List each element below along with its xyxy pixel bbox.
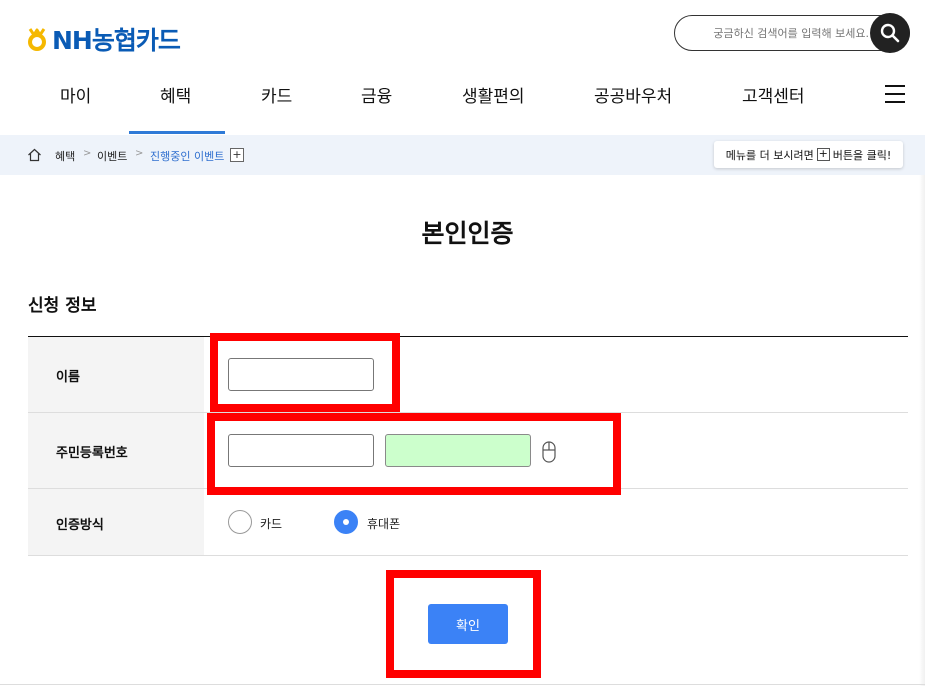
breadcrumb-separator: > xyxy=(83,148,92,159)
nh-logo-icon xyxy=(26,27,48,51)
radio-card[interactable] xyxy=(228,510,252,534)
radio-phone-label[interactable]: 휴대폰 xyxy=(367,515,400,532)
nav-item-finance[interactable]: 금융 xyxy=(361,82,392,107)
breadcrumb-benefits[interactable]: 혜택 xyxy=(55,148,75,164)
nav-item-card[interactable]: 카드 xyxy=(261,82,292,107)
breadcrumb-expand-button[interactable]: + xyxy=(230,148,244,162)
form-label-cell: 이름 xyxy=(28,337,204,412)
home-icon[interactable] xyxy=(27,147,42,166)
menu-tooltip: 메뉴를 더 보시려면 + 버튼을 클릭! xyxy=(714,141,903,168)
tooltip-plus-icon: + xyxy=(816,147,830,161)
tooltip-text-after: 버튼을 클릭! xyxy=(832,148,892,162)
radio-card-label[interactable]: 카드 xyxy=(260,515,282,532)
nav-item-life-convenience[interactable]: 생활편의 xyxy=(462,82,525,107)
rrn-front-field[interactable] xyxy=(228,434,374,467)
confirm-button[interactable]: 확인 xyxy=(428,604,508,644)
search-input[interactable] xyxy=(689,24,869,42)
search-button[interactable] xyxy=(870,13,910,53)
mouse-icon[interactable] xyxy=(542,441,556,463)
search-box xyxy=(674,13,910,53)
rrn-back-field[interactable] xyxy=(385,434,531,467)
breadcrumb-current: 진행중인 이벤트 xyxy=(150,150,225,163)
name-field[interactable] xyxy=(228,358,374,391)
page-title: 본인인증 xyxy=(421,219,514,248)
nh-card-logo[interactable]: NH농협카드 xyxy=(26,21,181,57)
radio-phone[interactable] xyxy=(334,510,358,534)
bottom-divider xyxy=(0,684,925,685)
breadcrumb-separator: > xyxy=(135,148,144,159)
rrn-label: 주민등록번호 xyxy=(56,446,128,461)
search-icon xyxy=(880,23,900,43)
nav-item-my[interactable]: 마이 xyxy=(60,82,91,107)
hamburger-menu-icon[interactable] xyxy=(885,85,905,103)
form-row-rrn: 주민등록번호 xyxy=(28,413,908,489)
nav-item-benefits[interactable]: 혜택 xyxy=(160,82,191,107)
auth-method-label: 인증방식 xyxy=(56,518,104,533)
tooltip-text-before: 메뉴를 더 보시려면 xyxy=(725,148,814,162)
form-label-cell: 주민등록번호 xyxy=(28,413,204,488)
logo-text: NH농협카드 xyxy=(52,26,181,55)
name-label: 이름 xyxy=(56,370,80,385)
edge-shadow xyxy=(919,175,925,686)
form-label-cell: 인증방식 xyxy=(28,489,204,555)
breadcrumb-events[interactable]: 이벤트 xyxy=(97,148,127,164)
form-row-name: 이름 xyxy=(28,337,908,413)
active-tab-indicator xyxy=(129,131,225,134)
nav-item-public-voucher[interactable]: 공공바우처 xyxy=(594,82,672,107)
section-title: 신청 정보 xyxy=(28,296,97,316)
main-nav: 마이 혜택 카드 금융 생활편의 공공바우처 고객센터 xyxy=(0,72,925,134)
nav-item-customer-center[interactable]: 고객센터 xyxy=(742,82,805,107)
form-row-auth-method: 인증방식 카드 휴대폰 xyxy=(28,489,908,556)
